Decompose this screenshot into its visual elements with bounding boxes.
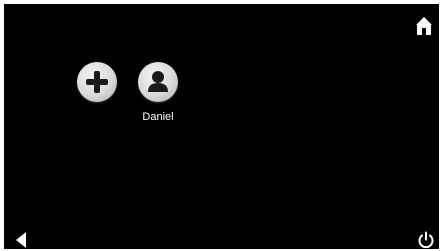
power-button[interactable] bbox=[417, 231, 435, 249]
profile-name-label: Daniel bbox=[142, 111, 174, 123]
person-icon bbox=[148, 71, 168, 92]
back-arrow-icon bbox=[16, 232, 26, 248]
profile-button-daniel[interactable] bbox=[138, 62, 178, 102]
back-button[interactable] bbox=[14, 231, 28, 249]
add-profile-button[interactable] bbox=[77, 62, 117, 102]
plus-icon bbox=[86, 71, 108, 93]
profile-list: Daniel bbox=[4, 4, 439, 249]
kiosk-screen: Daniel bbox=[4, 4, 439, 249]
power-icon bbox=[418, 231, 434, 249]
